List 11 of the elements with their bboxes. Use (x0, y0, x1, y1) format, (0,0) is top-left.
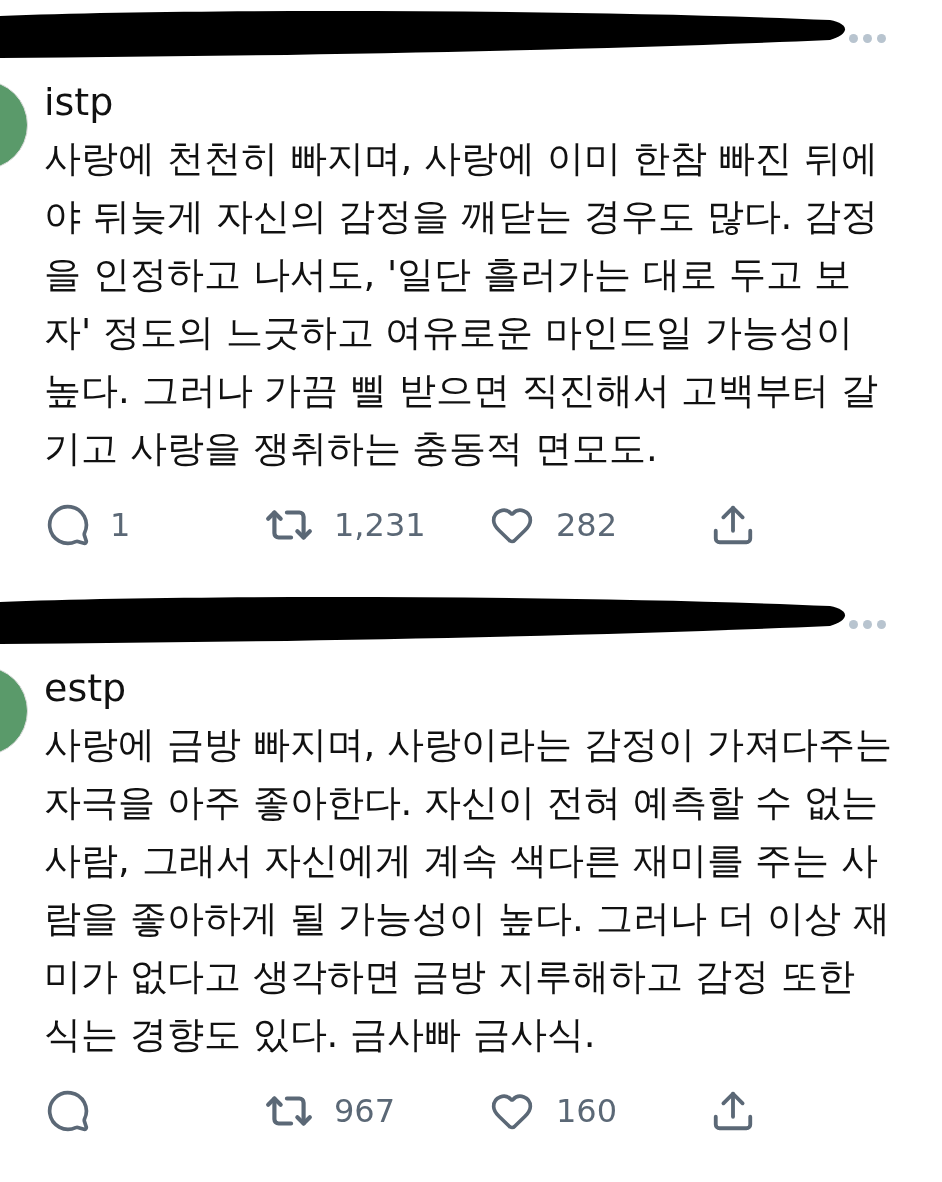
like-count: 160 (556, 1091, 618, 1132)
tweet-label: estp (44, 666, 128, 710)
reply-icon[interactable] (46, 1089, 90, 1133)
retweet-count: 967 (334, 1091, 396, 1132)
tweet-label: istp (44, 80, 115, 124)
like-count: 282 (556, 505, 618, 546)
reply-icon[interactable] (46, 503, 90, 547)
reply-count: 1 (110, 505, 131, 546)
tweet-text: 사랑에 금방 빠지며, 사랑이라는 감정이 가져다주는 자극을 아주 좋아한다. 자신이 전혀 예측할 수 없는 사람, 그래서 자신에게 계속 색다른 재미를 주는 사람을 좋아하게 될 가능성이 높다. 그러나 더 이상 재미가 없다고 생각하면 금방 지루해하고 감정 또한 식는 경향도 있다. 금사빠 금사식. (44, 722, 893, 1058)
tweet-text: 사랑에 천천히 빠지며, 사랑에 이미 한참 빠진 뒤에야 뒤늦게 자신의 감정을 깨닫는 경우도 많다. 감정을 인정하고 나서도, '일단 흘러가는 대로 두고 보자' 정도의 느긋하고 여유로운 마인드일 가능성이 높다. 그러나 가끔 삘 받으면 직진해서 고백부터 갈기고 사랑을 쟁취하는 충동적 면모도. (44, 136, 880, 472)
retweet-count: 1,231 (334, 505, 426, 546)
